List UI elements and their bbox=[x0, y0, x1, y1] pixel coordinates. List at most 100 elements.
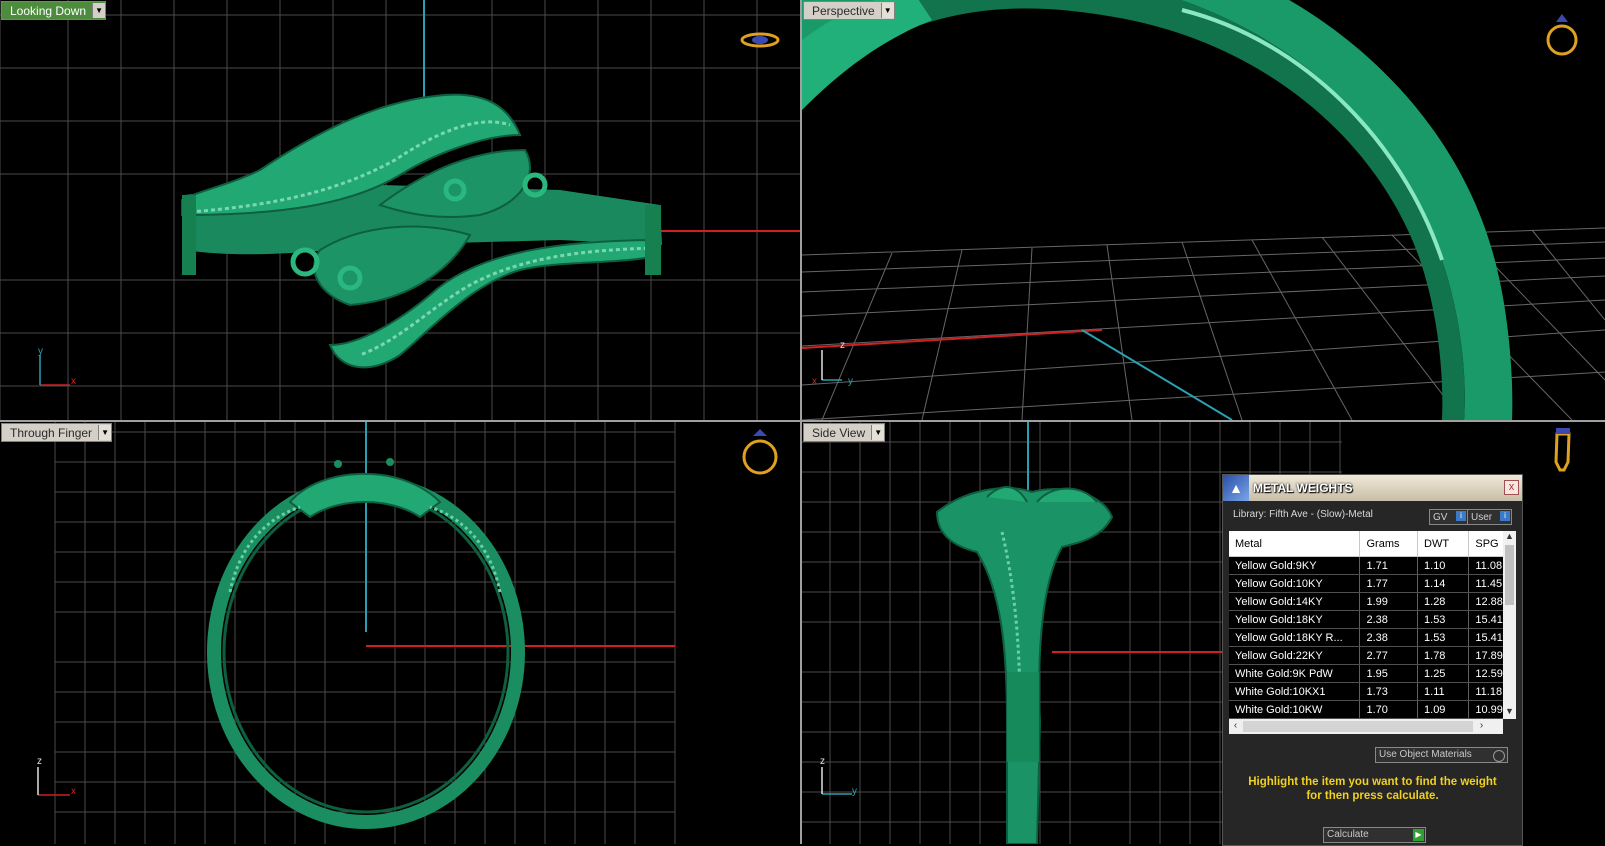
ring-perspective bbox=[802, 0, 1513, 420]
viewport-label-looking-down[interactable]: Looking Down ▼ bbox=[1, 1, 107, 20]
cell-dwt: 1.10 bbox=[1417, 556, 1470, 575]
viewport-looking-down[interactable]: Looking Down ▼ y x bbox=[0, 0, 800, 420]
cell-metal: Yellow Gold:9KY bbox=[1229, 556, 1361, 575]
cell-grams: 1.73 bbox=[1359, 682, 1419, 701]
cell-spg: 10.99 bbox=[1468, 700, 1503, 719]
cell-grams: 2.77 bbox=[1359, 646, 1419, 665]
table-vertical-scrollbar[interactable]: ▲ ▼ bbox=[1503, 531, 1516, 719]
column-header-spg[interactable]: SPG bbox=[1468, 531, 1503, 557]
column-header-metal[interactable]: Metal bbox=[1229, 531, 1361, 557]
instruction-text: Highlight the item you want to find the … bbox=[1223, 775, 1522, 803]
cell-grams: 2.38 bbox=[1359, 610, 1419, 629]
table-horizontal-scrollbar[interactable]: ‹ › bbox=[1229, 719, 1503, 734]
viewport-divider-vertical[interactable] bbox=[800, 0, 802, 844]
viewport-title: Through Finger bbox=[10, 425, 93, 440]
viewport-title: Perspective bbox=[812, 3, 875, 18]
close-icon[interactable]: x bbox=[1504, 480, 1519, 495]
cell-grams: 1.71 bbox=[1359, 556, 1419, 575]
scroll-up-icon[interactable]: ▲ bbox=[1503, 531, 1516, 544]
ring-orientation-icon bbox=[1546, 14, 1578, 56]
gv-button[interactable]: GV i bbox=[1429, 509, 1468, 525]
axis-y-label: y bbox=[852, 786, 857, 797]
cell-spg: 12.59 bbox=[1468, 664, 1503, 683]
user-button[interactable]: User i bbox=[1467, 509, 1512, 525]
calculate-label: Calculate bbox=[1327, 829, 1369, 840]
axis-z-label: z bbox=[820, 756, 825, 767]
axis-z-label: z bbox=[37, 756, 42, 767]
cell-dwt: 1.53 bbox=[1417, 610, 1470, 629]
use-object-materials-toggle[interactable]: Use Object Materials bbox=[1375, 747, 1508, 763]
through-finger-scene bbox=[37, 422, 778, 844]
cell-dwt: 1.09 bbox=[1417, 700, 1470, 719]
cell-grams: 1.95 bbox=[1359, 664, 1419, 683]
table-row[interactable]: Yellow Gold:14KY 1.99 1.28 12.88 bbox=[1229, 592, 1503, 611]
instruction-line-2: for then press calculate. bbox=[1306, 790, 1439, 802]
cell-metal: White Gold:9K PdW bbox=[1229, 664, 1361, 683]
panel-title-bar[interactable]: ▲ METAL WEIGHTS x bbox=[1223, 475, 1522, 501]
table-row[interactable]: Yellow Gold:18KY R... 2.38 1.53 15.41 bbox=[1229, 628, 1503, 647]
table-row[interactable]: White Gold:9K PdW 1.95 1.25 12.59 bbox=[1229, 664, 1503, 683]
axis-x-label: x bbox=[71, 786, 76, 797]
calculate-button[interactable]: Calculate ▶ bbox=[1323, 827, 1426, 843]
viewport-through-finger[interactable]: Through Finger ▼ z x bbox=[0, 422, 800, 844]
perspective-scene bbox=[802, 0, 1605, 420]
looking-down-scene bbox=[0, 0, 800, 420]
table-row[interactable]: Yellow Gold:22KY 2.77 1.78 17.89 bbox=[1229, 646, 1503, 665]
viewport-dropdown-icon[interactable]: ▼ bbox=[92, 3, 106, 18]
cell-metal: White Gold:10KW bbox=[1229, 700, 1361, 719]
column-header-dwt[interactable]: DWT bbox=[1417, 531, 1470, 557]
cell-spg: 15.41 bbox=[1468, 610, 1503, 629]
column-header-grams[interactable]: Grams bbox=[1359, 531, 1419, 557]
radio-icon[interactable] bbox=[1493, 750, 1505, 762]
metal-weights-table: Metal Grams DWT SPG Yellow Gold:9KY 1.71 1… bbox=[1229, 531, 1503, 719]
ring-side-view bbox=[935, 486, 1114, 844]
viewport-title: Side View bbox=[812, 425, 866, 440]
viewport-dropdown-icon[interactable]: ▼ bbox=[871, 425, 885, 440]
cell-metal: Yellow Gold:22KY bbox=[1229, 646, 1361, 665]
table-row[interactable]: White Gold:10KX1 1.73 1.11 11.18 bbox=[1229, 682, 1503, 701]
cell-spg: 17.89 bbox=[1468, 646, 1503, 665]
viewport-label-through-finger[interactable]: Through Finger ▼ bbox=[1, 423, 113, 442]
cell-grams: 1.99 bbox=[1359, 592, 1419, 611]
cell-grams: 1.70 bbox=[1359, 700, 1419, 719]
cell-dwt: 1.25 bbox=[1417, 664, 1470, 683]
scroll-thumb[interactable] bbox=[1505, 545, 1514, 605]
cell-dwt: 1.28 bbox=[1417, 592, 1470, 611]
use-object-materials-label: Use Object Materials bbox=[1379, 749, 1472, 760]
axis-y-label: y bbox=[848, 376, 853, 387]
table-row[interactable]: Yellow Gold:18KY 2.38 1.53 15.41 bbox=[1229, 610, 1503, 629]
viewport-label-side-view[interactable]: Side View ▼ bbox=[803, 423, 886, 442]
viewport-dropdown-icon[interactable]: ▼ bbox=[98, 425, 112, 440]
viewport-title: Looking Down bbox=[10, 3, 87, 18]
cell-grams: 2.38 bbox=[1359, 628, 1419, 647]
scroll-left-icon[interactable]: ‹ bbox=[1229, 720, 1242, 731]
viewport-dropdown-icon[interactable]: ▼ bbox=[880, 3, 894, 18]
cell-spg: 11.08 bbox=[1468, 556, 1503, 575]
cell-dwt: 1.11 bbox=[1417, 682, 1470, 701]
cell-metal: Yellow Gold:14KY bbox=[1229, 592, 1361, 611]
table-row[interactable]: Yellow Gold:10KY 1.77 1.14 11.45 bbox=[1229, 574, 1503, 593]
ring-orientation-icon bbox=[740, 32, 780, 48]
scroll-down-icon[interactable]: ▼ bbox=[1503, 706, 1516, 719]
axis-y-label: y bbox=[38, 346, 43, 357]
metal-weights-panel: ▲ METAL WEIGHTS x Library: Fifth Ave - (… bbox=[1222, 474, 1523, 846]
table-row[interactable]: Yellow Gold:9KY 1.71 1.10 11.08 bbox=[1229, 556, 1503, 575]
ring-top-view bbox=[181, 93, 662, 369]
instruction-line-1: Highlight the item you want to find the … bbox=[1248, 776, 1497, 788]
scroll-thumb[interactable] bbox=[1243, 721, 1473, 732]
cell-spg: 11.18 bbox=[1468, 682, 1503, 701]
scroll-right-icon[interactable]: › bbox=[1475, 720, 1488, 731]
panel-title: METAL WEIGHTS bbox=[1253, 481, 1353, 495]
viewport-perspective[interactable]: Perspective ▼ z y x bbox=[802, 0, 1605, 420]
viewport-label-perspective[interactable]: Perspective ▼ bbox=[803, 1, 895, 20]
library-label: Library: Fifth Ave - (Slow)-Metal bbox=[1233, 509, 1373, 520]
table-row[interactable]: White Gold:10KW 1.70 1.09 10.99 bbox=[1229, 700, 1503, 719]
metal-weights-logo-icon: ▲ bbox=[1223, 475, 1249, 501]
cell-dwt: 1.78 bbox=[1417, 646, 1470, 665]
cell-spg: 12.88 bbox=[1468, 592, 1503, 611]
cell-dwt: 1.14 bbox=[1417, 574, 1470, 593]
axis-x-label: x bbox=[812, 376, 817, 387]
info-icon: i bbox=[1456, 511, 1466, 521]
viewport-divider-horizontal[interactable] bbox=[0, 420, 1605, 422]
ring-orientation-icon bbox=[1554, 428, 1571, 472]
